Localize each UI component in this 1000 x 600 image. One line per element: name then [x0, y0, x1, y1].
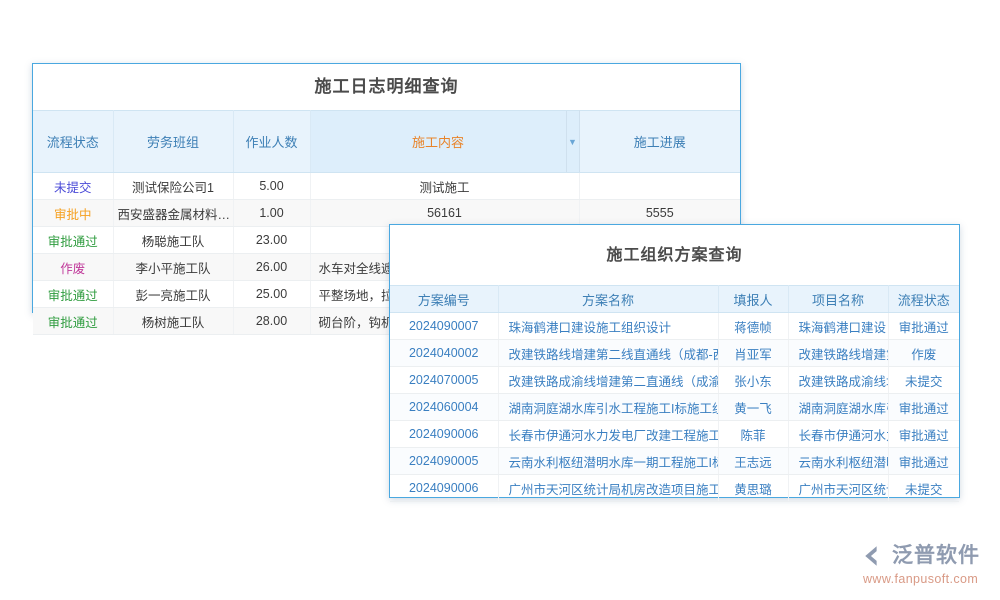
cell-construction-content: 测试施工: [310, 173, 579, 200]
brand-watermark: 泛普软件 www.fanpusoft.com: [862, 541, 990, 591]
cell-reporter: 黄一飞: [718, 394, 788, 421]
table-row[interactable]: 2024060004湖南洞庭湖水库引水工程施工I标施工组织设计黄一飞湖南洞庭湖水…: [390, 394, 959, 421]
cell-plan-name: 云南水利枢纽潜明水库一期工程施工I标施工组织: [498, 448, 718, 475]
construction-plan-table: 方案编号 方案名称 填报人 项目名称 流程状态 2024090007珠海鹤港口建…: [390, 285, 959, 502]
cell-process-status: 审批通过: [33, 308, 113, 335]
cell-process-status: 审批通过: [888, 313, 959, 340]
cell-reporter: 王志远: [718, 448, 788, 475]
cell-plan-code: 2024060004: [390, 394, 498, 421]
construction-plan-panel: 施工组织方案查询 方案编号 方案名称 填报人 项目名称 流程状态 2024090…: [389, 224, 960, 498]
cell-reporter: 黄思璐: [718, 475, 788, 502]
cell-process-status: 审批通过: [33, 281, 113, 308]
column-header-plan-code[interactable]: 方案编号: [390, 286, 498, 313]
cell-plan-name: 改建铁路线增建第二线直通线（成都-西安段）: [498, 340, 718, 367]
cell-reporter: 肖亚军: [718, 340, 788, 367]
cell-worker-count: 28.00: [233, 308, 310, 335]
cell-process-status: 未提交: [33, 173, 113, 200]
cell-worker-count: 23.00: [233, 227, 310, 254]
column-header-plan-name[interactable]: 方案名称: [498, 286, 718, 313]
cell-project-name: 改建铁路线增建第二线: [788, 340, 888, 367]
cell-plan-code: 2024070005: [390, 367, 498, 394]
cell-process-status: 审批中: [33, 200, 113, 227]
cell-reporter: 张小东: [718, 367, 788, 394]
cell-plan-code: 2024090005: [390, 448, 498, 475]
cell-worker-count: 25.00: [233, 281, 310, 308]
cell-labor-team: 测试保险公司1: [113, 173, 233, 200]
table-row[interactable]: 2024090006广州市天河区统计局机房改造项目施工组织设计黄思璐广州市天河区…: [390, 475, 959, 502]
cell-labor-team: 西安盛器金属材料…: [113, 200, 233, 227]
fanpu-logo-icon: [862, 543, 888, 569]
cell-construction-content: 56161: [310, 200, 579, 227]
cell-reporter: 陈菲: [718, 421, 788, 448]
cell-plan-name: 广州市天河区统计局机房改造项目施工组织设计: [498, 475, 718, 502]
column-header-labor-team[interactable]: 劳务班组: [113, 111, 233, 173]
cell-labor-team: 彭一亮施工队: [113, 281, 233, 308]
column-header-process-status[interactable]: 流程状态: [33, 111, 113, 173]
cell-process-status: 审批通过: [888, 394, 959, 421]
table-row[interactable]: 审批中西安盛器金属材料…1.00561615555: [33, 200, 740, 227]
cell-process-status: 未提交: [888, 367, 959, 394]
cell-plan-code: 2024090007: [390, 313, 498, 340]
cell-reporter: 蒋德帧: [718, 313, 788, 340]
cell-project-name: 长春市伊通河水力发: [788, 421, 888, 448]
construction-plan-title: 施工组织方案查询: [390, 225, 959, 285]
cell-process-status: 审批通过: [888, 421, 959, 448]
table-row[interactable]: 未提交测试保险公司15.00测试施工: [33, 173, 740, 200]
cell-process-status: 审批通过: [33, 227, 113, 254]
column-header-construction-progress[interactable]: 施工进展: [579, 111, 740, 173]
cell-plan-name: 长春市伊通河水力发电厂改建工程施工组织设计: [498, 421, 718, 448]
brand-url: www.fanpusoft.com: [863, 572, 978, 586]
cell-labor-team: 杨聪施工队: [113, 227, 233, 254]
cell-project-name: 湖南洞庭湖水库引水: [788, 394, 888, 421]
column-header-process-status[interactable]: 流程状态: [888, 286, 959, 313]
column-header-construction-content[interactable]: 施工内容: [310, 111, 566, 173]
column-header-project-name[interactable]: 项目名称: [788, 286, 888, 313]
cell-project-name: 云南水利枢纽潜明水: [788, 448, 888, 475]
brand-row: 泛普软件: [862, 541, 980, 571]
cell-worker-count: 5.00: [233, 173, 310, 200]
cell-plan-code: 2024040002: [390, 340, 498, 367]
cell-project-name: 珠海鹤港口建设: [788, 313, 888, 340]
cell-plan-code: 2024090006: [390, 475, 498, 502]
cell-construction-progress: [579, 173, 740, 200]
cell-project-name: 广州市天河区统计局: [788, 475, 888, 502]
cell-project-name: 改建铁路成渝线增建: [788, 367, 888, 394]
cell-worker-count: 26.00: [233, 254, 310, 281]
cell-plan-name: 湖南洞庭湖水库引水工程施工I标施工组织设计: [498, 394, 718, 421]
cell-construction-progress: 5555: [579, 200, 740, 227]
table-header-row: 方案编号 方案名称 填报人 项目名称 流程状态: [390, 286, 959, 313]
cell-worker-count: 1.00: [233, 200, 310, 227]
cell-process-status: 审批通过: [888, 448, 959, 475]
brand-name: 泛普软件: [892, 543, 980, 569]
construction-log-title: 施工日志明细查询: [33, 64, 740, 110]
cell-process-status: 未提交: [888, 475, 959, 502]
table-row[interactable]: 2024090005云南水利枢纽潜明水库一期工程施工I标施工组织王志远云南水利枢…: [390, 448, 959, 475]
cell-labor-team: 杨树施工队: [113, 308, 233, 335]
table-row[interactable]: 2024040002改建铁路线增建第二线直通线（成都-西安段）肖亚军改建铁路线增…: [390, 340, 959, 367]
table-header-row: 流程状态 劳务班组 作业人数 施工内容 ▼ 施工进展: [33, 111, 740, 173]
construction-plan-body: 2024090007珠海鹤港口建设施工组织设计蒋德帧珠海鹤港口建设审批通过202…: [390, 313, 959, 502]
cell-plan-name: 珠海鹤港口建设施工组织设计: [498, 313, 718, 340]
cell-process-status: 作废: [33, 254, 113, 281]
table-row[interactable]: 2024070005改建铁路成渝线增建第二直通线（成渝枢纽）张小东改建铁路成渝线…: [390, 367, 959, 394]
table-row[interactable]: 2024090007珠海鹤港口建设施工组织设计蒋德帧珠海鹤港口建设审批通过: [390, 313, 959, 340]
column-header-worker-count[interactable]: 作业人数: [233, 111, 310, 173]
table-row[interactable]: 2024090006长春市伊通河水力发电厂改建工程施工组织设计陈菲长春市伊通河水…: [390, 421, 959, 448]
cell-process-status: 作废: [888, 340, 959, 367]
cell-plan-name: 改建铁路成渝线增建第二直通线（成渝枢纽）: [498, 367, 718, 394]
column-header-reporter[interactable]: 填报人: [718, 286, 788, 313]
chevron-down-icon[interactable]: ▼: [566, 111, 579, 173]
cell-labor-team: 李小平施工队: [113, 254, 233, 281]
cell-plan-code: 2024090006: [390, 421, 498, 448]
